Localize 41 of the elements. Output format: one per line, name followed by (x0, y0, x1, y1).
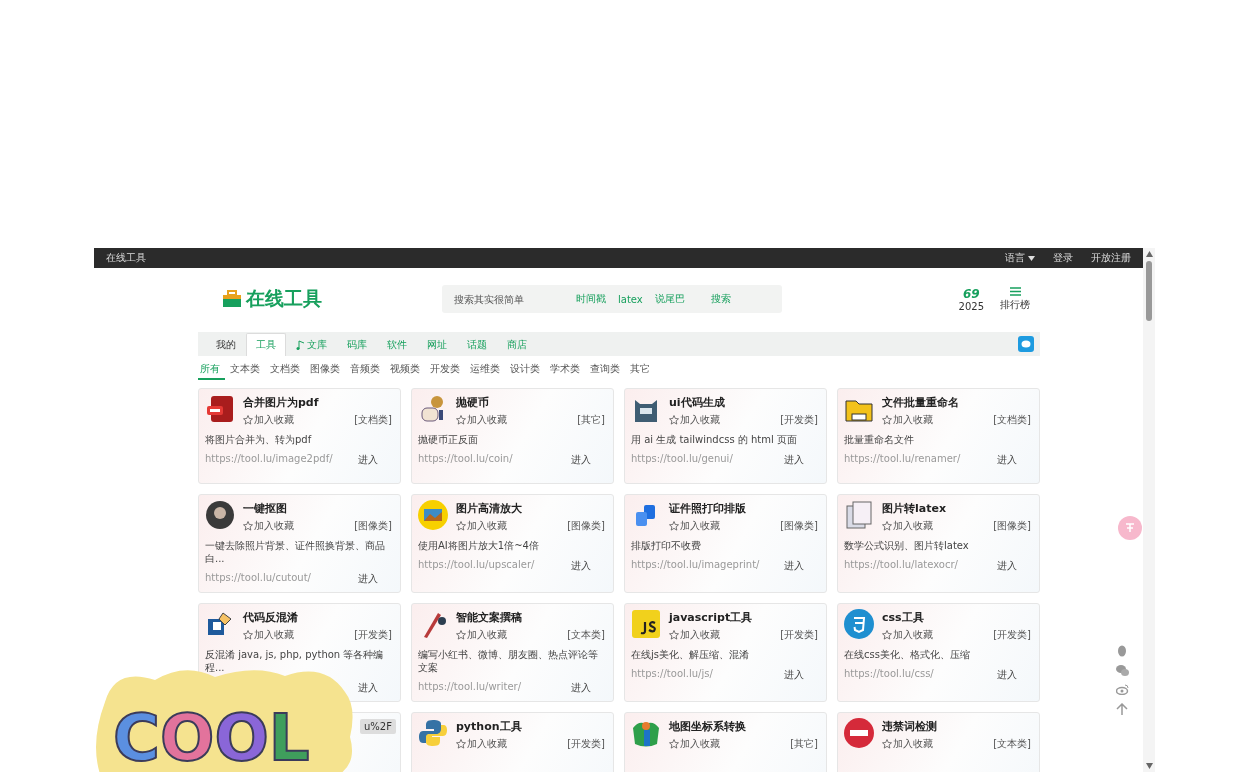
category-tag: [开发类] (993, 628, 1031, 642)
tool-url: https://tool.lu/image2pdf/ (205, 453, 333, 466)
tool-description: 数学公式识别、图片转latex (844, 539, 970, 552)
tool-url: https://tool.lu/coin/ (418, 453, 513, 466)
category-tag: [其它] (577, 413, 605, 427)
tool-url: https://tool.lu/css/ (844, 668, 934, 681)
tool-description: 将图片合并为、转为pdf (205, 433, 313, 446)
category-tag: [文本类] (993, 737, 1031, 751)
tool-description: 排版打印不收费 (631, 539, 702, 552)
tool-description: 在线js美化、解压缩、混淆 (631, 648, 750, 661)
tool-description: 批量重命名文件 (844, 433, 915, 446)
url-tooltip: u%2F (360, 719, 396, 734)
category-tag: [图像类] (780, 519, 818, 533)
category-tag: [文本类] (567, 628, 605, 642)
category-tag: [文档类] (993, 413, 1031, 427)
tool-url: https://tool.lu/imageprint/ (631, 559, 760, 572)
tool-url: https://tool.lu/js/ (631, 668, 713, 681)
category-tag: [图像类] (993, 519, 1031, 533)
category-tag: [开发类] (780, 413, 818, 427)
tool-description: 使用AI将图片放大1倍~4倍 (418, 539, 540, 552)
counter-value: 69 (962, 286, 980, 301)
tool-description: 一键去除照片背景、证件照换背景、商品白... (205, 539, 386, 565)
tool-description: 编写小红书、微博、朋友圈、热点评论等文案 (418, 648, 599, 674)
tool-url: https://tool.lu/cutout/ (205, 572, 311, 585)
tool-description: 在线css美化、格式化、压缩 (844, 648, 971, 661)
category-tag: [文档类] (354, 413, 392, 427)
tool-url: https://tool.lu/writer/ (418, 681, 522, 694)
category-tag: [其它] (790, 737, 818, 751)
category-tag: [图像类] (354, 519, 392, 533)
category-tag: [图像类] (567, 519, 605, 533)
tool-description: 用 ai 生成 tailwindcss 的 html 页面 (631, 433, 798, 446)
counter-year: 2025 (958, 300, 984, 312)
tool-url: https://tool.lu/upscaler/ (418, 559, 535, 572)
tool-url: https://tool.lu/genui/ (631, 453, 733, 466)
tool-url: https://tool.lu/renamer/ (844, 453, 961, 466)
tool-description: 抛硬币正反面 (418, 433, 479, 446)
category-tag: [开发类] (780, 628, 818, 642)
tool-description: 反混淆 java, js, php, python 等各种编程... (205, 648, 385, 674)
category-tag: [开发类] (567, 737, 605, 751)
category-tag: [开发类] (354, 628, 392, 642)
tool-url: https://tool.lu/latexocr/ (844, 559, 958, 572)
